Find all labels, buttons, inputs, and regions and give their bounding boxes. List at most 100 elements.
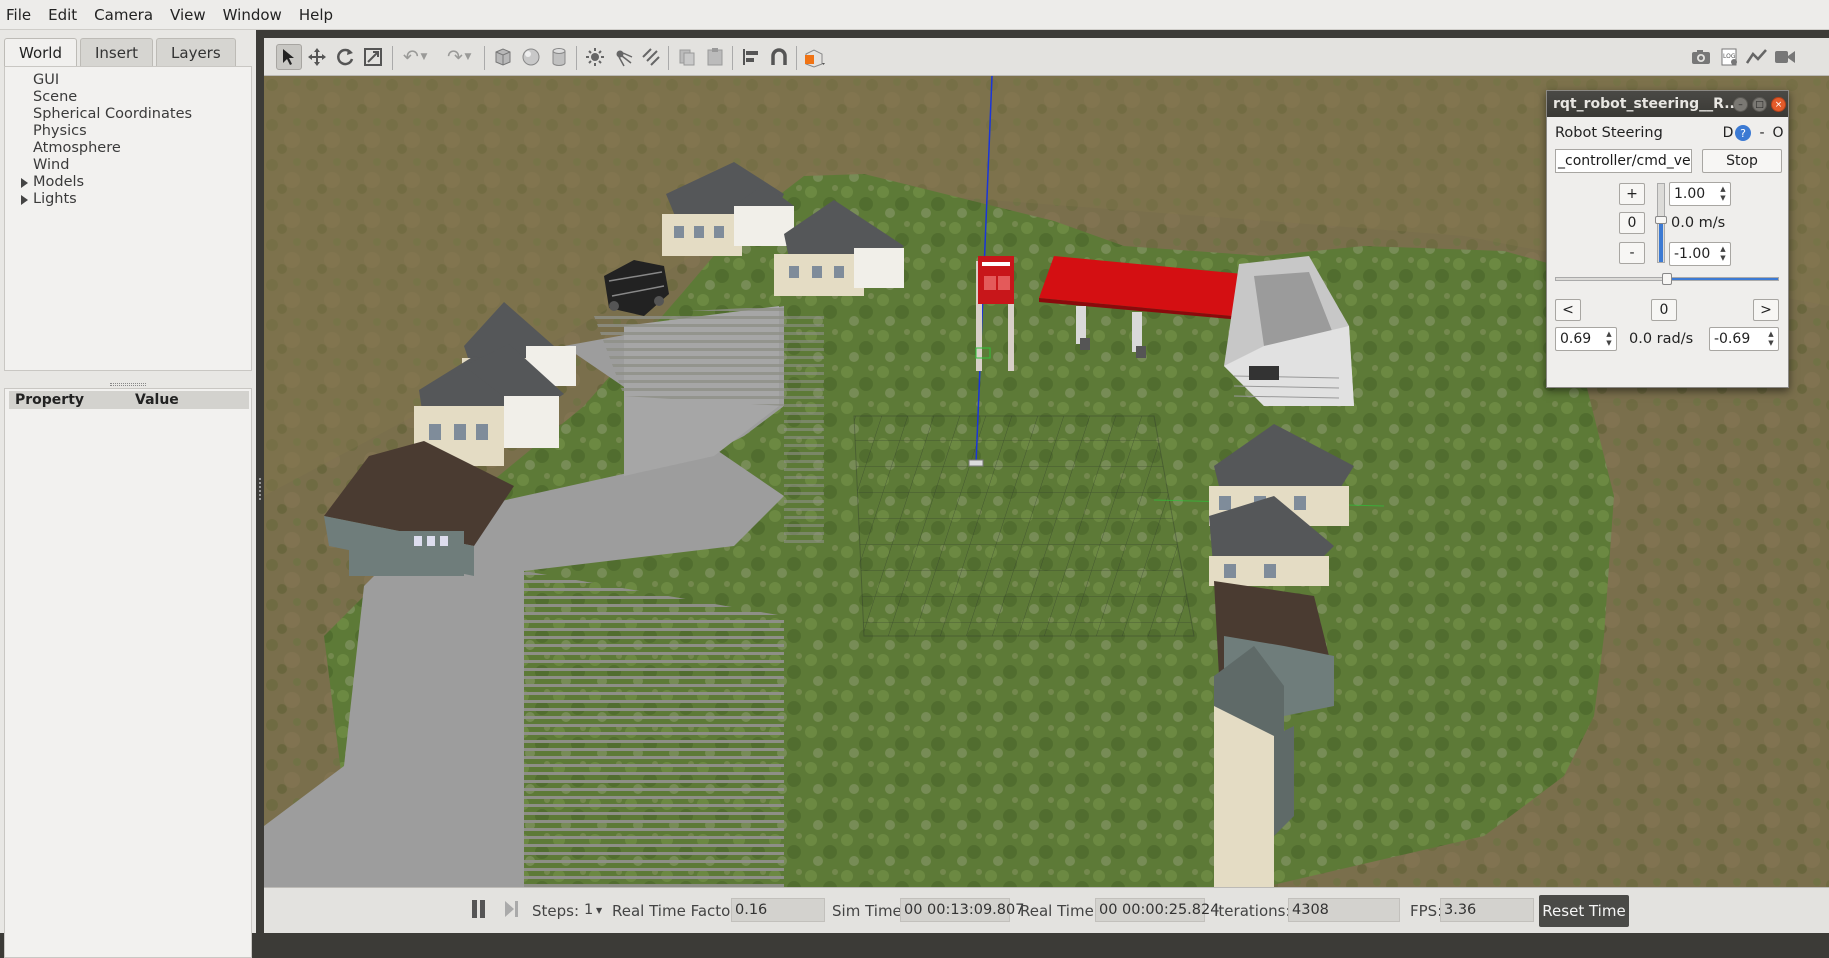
min-linear-spinbox[interactable]: -1.00 ▲ ▼ (1669, 242, 1731, 266)
plugin-title: Robot Steering (1555, 125, 1663, 141)
real-time-field: 00 00:00:25.824 (1095, 898, 1219, 922)
angular-slider[interactable] (1555, 273, 1779, 285)
spin-arrows-icon[interactable]: ▲ ▼ (1604, 330, 1614, 348)
tree-item-scene[interactable]: Scene (33, 89, 77, 105)
spin-arrows-icon[interactable]: ▲ ▼ (1766, 330, 1776, 348)
tree-item-atmosphere[interactable]: Atmosphere (33, 140, 121, 156)
sphere-icon[interactable] (518, 44, 544, 70)
sim-time-label: Sim Time: (832, 902, 907, 920)
box-icon[interactable] (490, 44, 516, 70)
toolbar: ↶ ▼ ↷ ▼ LOG (264, 38, 1829, 76)
menu-camera[interactable]: Camera (87, 6, 163, 24)
decrease-linear-button[interactable]: - (1619, 242, 1645, 264)
screenshot-icon[interactable] (1688, 44, 1714, 70)
scale-icon[interactable] (360, 44, 386, 70)
topic-input[interactable]: _controller/cmd_vel (1555, 149, 1692, 173)
minimize-plugin-button[interactable]: - (1757, 125, 1767, 141)
copy-icon[interactable] (674, 44, 700, 70)
paste-icon[interactable] (702, 44, 728, 70)
sim-time-field: 00 00:13:09.807 (900, 898, 1024, 922)
rtf-label: Real Time Factor: (612, 902, 742, 920)
turn-left-button[interactable]: < (1555, 299, 1581, 321)
tab-insert[interactable]: Insert (80, 38, 154, 66)
menu-window[interactable]: Window (216, 6, 292, 24)
angular-slider-fill (1668, 278, 1778, 280)
robot-steering-window[interactable]: rqt_robot_steering__R... – □ × Robot Ste… (1546, 90, 1789, 388)
stop-button[interactable]: Stop (1702, 149, 1782, 173)
step-icon[interactable] (504, 900, 520, 918)
value-column-header: Value (135, 392, 179, 408)
point-light-icon[interactable] (582, 44, 608, 70)
min-linear-value: -1.00 (1674, 246, 1711, 262)
close-plugin-button[interactable]: O (1771, 125, 1785, 141)
increase-linear-button[interactable]: + (1619, 183, 1645, 205)
angular-slider-handle[interactable] (1662, 273, 1672, 285)
tree-item-spherical-coordinates[interactable]: Spherical Coordinates (33, 106, 192, 122)
steps-value[interactable]: 1 (584, 902, 593, 918)
right-angular-value: -0.69 (1714, 331, 1751, 347)
property-column-header: Property (15, 392, 85, 408)
align-icon[interactable] (738, 44, 764, 70)
turn-right-button[interactable]: > (1753, 299, 1779, 321)
zero-angular-button[interactable]: 0 (1651, 299, 1677, 321)
tree-item-models[interactable]: Models (21, 174, 84, 190)
cylinder-icon[interactable] (546, 44, 572, 70)
tab-world[interactable]: World (4, 38, 77, 66)
close-icon[interactable]: × (1771, 97, 1786, 112)
log-icon[interactable]: LOG (1716, 44, 1742, 70)
panel-splitter-handle[interactable] (110, 383, 146, 386)
tab-layers[interactable]: Layers (156, 38, 236, 66)
select-arrow-icon[interactable] (276, 44, 302, 70)
plot-icon[interactable] (1744, 44, 1770, 70)
real-time-label: Real Time: (1020, 902, 1099, 920)
menu-file[interactable]: File (0, 6, 41, 24)
chevron-down-icon[interactable]: ▼ (596, 906, 602, 915)
window-title: rqt_robot_steering__R... (1553, 96, 1741, 112)
menu-help[interactable]: Help (292, 6, 343, 24)
tree-item-lights-label: Lights (33, 191, 77, 207)
scene-viewport[interactable]: rqt_robot_steering__R... – □ × Robot Ste… (264, 76, 1829, 887)
help-icon[interactable]: ? (1735, 125, 1751, 141)
menu-edit[interactable]: Edit (41, 6, 87, 24)
reset-time-button[interactable]: Reset Time (1539, 895, 1629, 927)
max-linear-spinbox[interactable]: 1.00 ▲ ▼ (1669, 182, 1731, 206)
dock-button[interactable]: D (1721, 125, 1735, 141)
tree-item-wind[interactable]: Wind (33, 157, 69, 173)
right-angular-spinbox[interactable]: -0.69 ▲ ▼ (1709, 327, 1779, 351)
fps-label: FPS: (1410, 902, 1443, 920)
translate-icon[interactable] (304, 44, 330, 70)
fps-field: 3.36 (1440, 898, 1534, 922)
left-panel: World Insert Layers GUI Scene Spherical … (0, 30, 256, 958)
linear-slider-handle[interactable] (1655, 216, 1667, 224)
directional-light-icon[interactable] (638, 44, 664, 70)
menu-view[interactable]: View (163, 6, 216, 24)
maximize-icon[interactable]: □ (1752, 97, 1767, 112)
spin-arrows-icon[interactable]: ▲ ▼ (1718, 185, 1728, 203)
snap-icon[interactable] (766, 44, 792, 70)
tree-item-physics[interactable]: Physics (33, 123, 87, 139)
tree-item-lights[interactable]: Lights (21, 191, 77, 207)
record-video-icon[interactable] (1772, 44, 1798, 70)
left-angular-spinbox[interactable]: 0.69 ▲ ▼ (1555, 327, 1617, 351)
max-linear-value: 1.00 (1674, 186, 1706, 202)
status-bar: Steps: 1 ▼ Real Time Factor: 0.16 Sim Ti… (264, 887, 1829, 933)
chevron-down-icon[interactable]: ▼ (418, 44, 430, 70)
left-tabs: World Insert Layers (4, 38, 239, 66)
world-tree: GUI Scene Spherical Coordinates Physics … (4, 66, 252, 371)
chevron-down-icon[interactable]: ▼ (462, 44, 474, 70)
pause-icon[interactable] (472, 900, 486, 918)
svg-text:LOG: LOG (1723, 53, 1736, 60)
expand-arrow-icon[interactable] (21, 178, 28, 188)
iterations-label: Iterations: (1214, 902, 1291, 920)
spot-light-icon[interactable] (610, 44, 636, 70)
tree-item-gui[interactable]: GUI (33, 72, 59, 88)
rotate-icon[interactable] (332, 44, 358, 70)
expand-arrow-icon[interactable] (21, 195, 28, 205)
linear-velocity-readout: 0.0 m/s (1671, 215, 1726, 231)
zero-linear-button[interactable]: 0 (1619, 212, 1645, 234)
minimize-icon[interactable]: – (1733, 97, 1748, 112)
spin-arrows-icon[interactable]: ▲ ▼ (1718, 245, 1728, 263)
left-angular-value: 0.69 (1560, 331, 1592, 347)
view-angle-icon[interactable] (802, 44, 828, 70)
linear-slider[interactable] (1655, 183, 1667, 263)
